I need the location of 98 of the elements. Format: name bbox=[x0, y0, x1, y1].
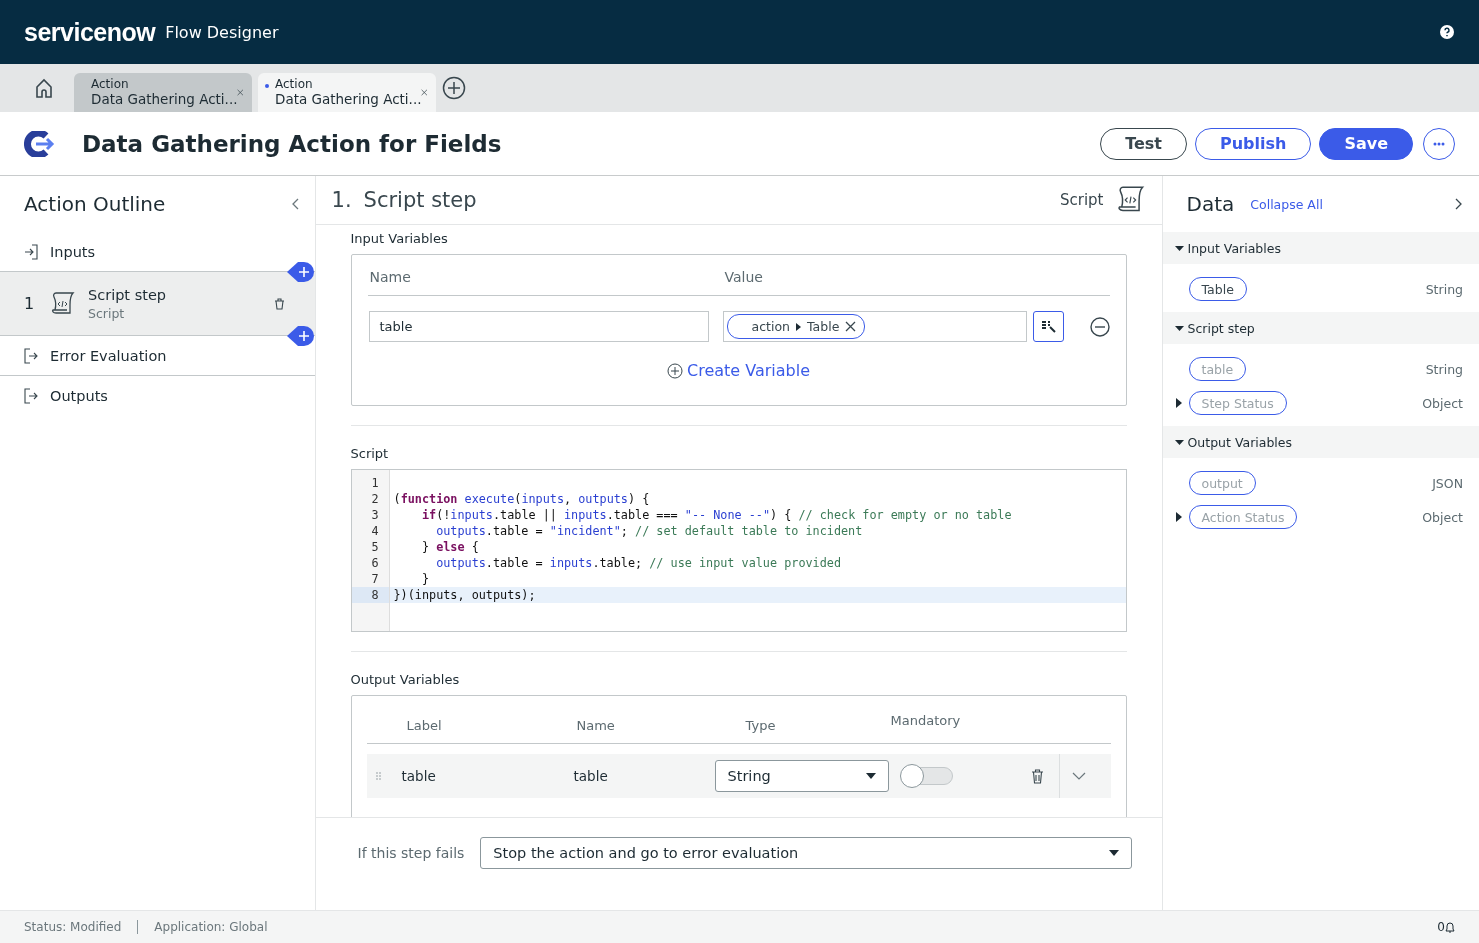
notification-count: 0 bbox=[1437, 920, 1445, 934]
trash-icon[interactable] bbox=[1030, 768, 1044, 784]
outline-label: Outputs bbox=[50, 388, 108, 404]
step-number: 1. bbox=[331, 188, 352, 212]
column-header: Value bbox=[724, 269, 764, 285]
data-section-header[interactable]: Output Variables bbox=[1162, 426, 1479, 458]
chevron-down-icon[interactable] bbox=[1071, 772, 1086, 780]
section-title: Script bbox=[350, 445, 390, 463]
mandatory-toggle[interactable] bbox=[900, 767, 953, 785]
enter-icon bbox=[24, 243, 38, 260]
outline-label: Error Evaluation bbox=[50, 347, 167, 364]
collapse-all-link[interactable]: Collapse All bbox=[1250, 196, 1455, 212]
action-button[interactable]: Publish bbox=[1194, 127, 1312, 160]
column-header: Name bbox=[369, 269, 412, 285]
data-type: JSON bbox=[1432, 475, 1463, 491]
code-line: } else { bbox=[420, 539, 480, 555]
code-line: outputs.table = inputs.table; // use input value provided bbox=[435, 555, 842, 571]
outline-label: Inputs bbox=[50, 243, 96, 260]
data-type: String bbox=[1425, 281, 1463, 297]
exit-icon bbox=[24, 388, 38, 404]
scroll-icon bbox=[50, 290, 76, 317]
line-number: 4 bbox=[370, 523, 380, 539]
data-pill[interactable]: action Table bbox=[726, 314, 866, 339]
action-logo-icon bbox=[24, 130, 56, 157]
code-line: outputs.table = "incident"; // set default table to incident bbox=[435, 523, 864, 539]
outline-item[interactable]: 1 Script step Script bbox=[0, 272, 315, 336]
column-header: Type bbox=[745, 718, 777, 733]
column-header: Mandatory bbox=[890, 712, 962, 728]
line-number: 6 bbox=[370, 555, 380, 571]
line-number: 3 bbox=[370, 507, 380, 523]
line-number: 1 bbox=[370, 475, 380, 491]
add-circle-icon bbox=[667, 362, 683, 379]
section-title: Script step bbox=[1187, 320, 1255, 336]
data-type: Object bbox=[1422, 395, 1463, 411]
status-text: Application: Global bbox=[137, 920, 268, 934]
step-name: Script step bbox=[88, 286, 168, 303]
line-number: 5 bbox=[370, 539, 380, 555]
more-button[interactable] bbox=[1423, 127, 1455, 160]
trash-icon[interactable] bbox=[273, 297, 285, 310]
data-pill[interactable]: Table bbox=[1188, 277, 1247, 301]
chevron-right-icon[interactable] bbox=[1455, 198, 1463, 210]
value-field[interactable]: action Table bbox=[722, 311, 1027, 342]
help-icon[interactable] bbox=[1439, 24, 1455, 40]
data-picker-icon bbox=[1040, 320, 1056, 333]
status-text: Status: Modified bbox=[24, 920, 122, 934]
type-dropdown[interactable]: String bbox=[714, 760, 889, 792]
add-tab-icon[interactable] bbox=[442, 76, 466, 100]
data-picker-button[interactable] bbox=[1032, 311, 1064, 342]
section-title: Input Variables bbox=[1187, 240, 1281, 256]
data-section-header[interactable]: Input Variables bbox=[1162, 232, 1479, 264]
column-header: Name bbox=[576, 718, 616, 733]
triangle-icon bbox=[796, 322, 801, 331]
add-step-icon[interactable] bbox=[286, 325, 315, 347]
variable-name: table bbox=[573, 768, 609, 784]
create-variable-link[interactable]: Create Variable bbox=[661, 360, 817, 381]
section-title: Input Variables bbox=[350, 230, 449, 248]
line-number: 8 bbox=[351, 587, 389, 603]
code-line: (function execute(inputs, outputs) { bbox=[392, 491, 651, 507]
caret-icon bbox=[1108, 850, 1119, 856]
ellipsis-icon bbox=[1433, 141, 1445, 146]
variable-label: table bbox=[401, 768, 437, 784]
data-type: String bbox=[1425, 361, 1463, 377]
action-button[interactable]: Save bbox=[1319, 127, 1413, 160]
action-title: Data Gathering Action for Fields bbox=[82, 130, 502, 157]
editor-tab[interactable]: Action Data Gathering Acti... bbox=[74, 73, 252, 112]
data-type: Object bbox=[1422, 509, 1463, 525]
line-number: 7 bbox=[370, 571, 380, 587]
step-title: Script step bbox=[363, 188, 477, 212]
exit-icon bbox=[24, 347, 38, 364]
section-title: Output Variables bbox=[1187, 434, 1293, 450]
failure-dropdown[interactable]: Stop the action and go to error evaluation bbox=[480, 837, 1132, 869]
add-step-icon[interactable] bbox=[286, 261, 315, 283]
outline-title: Action Outline bbox=[24, 192, 167, 216]
column-header: Label bbox=[406, 718, 443, 733]
triangle-icon[interactable] bbox=[1174, 398, 1183, 408]
brand-logo: servicenow bbox=[24, 17, 156, 47]
section-title: Output Variables bbox=[350, 671, 461, 689]
code-editor[interactable] bbox=[350, 469, 1127, 632]
drag-handle-icon[interactable] bbox=[375, 772, 382, 780]
data-panel-title: Data bbox=[1186, 192, 1235, 216]
step-number: 1 bbox=[24, 294, 36, 313]
caret-icon bbox=[865, 773, 876, 779]
close-icon[interactable] bbox=[845, 321, 857, 332]
data-section-header[interactable]: Script step bbox=[1162, 312, 1479, 344]
step-type: Script bbox=[1060, 191, 1104, 209]
collapse-icon[interactable] bbox=[290, 198, 299, 210]
triangle-icon[interactable] bbox=[1174, 512, 1183, 522]
code-line: } bbox=[420, 571, 431, 587]
failure-label: If this step fails bbox=[357, 845, 465, 861]
editor-tab[interactable]: Action Data Gathering Acti... bbox=[258, 73, 436, 112]
product-name: Flow Designer bbox=[165, 22, 279, 42]
code-line: if(!inputs.table || inputs.table === "-- None --") { // check for empty or no table bbox=[420, 507, 1013, 523]
action-button[interactable]: Test bbox=[1100, 127, 1187, 160]
step-type: Script bbox=[88, 305, 126, 321]
remove-icon[interactable] bbox=[1089, 316, 1110, 337]
name-field[interactable]: table bbox=[368, 311, 709, 342]
bell-icon[interactable] bbox=[1445, 921, 1455, 933]
line-number: 2 bbox=[370, 491, 380, 507]
